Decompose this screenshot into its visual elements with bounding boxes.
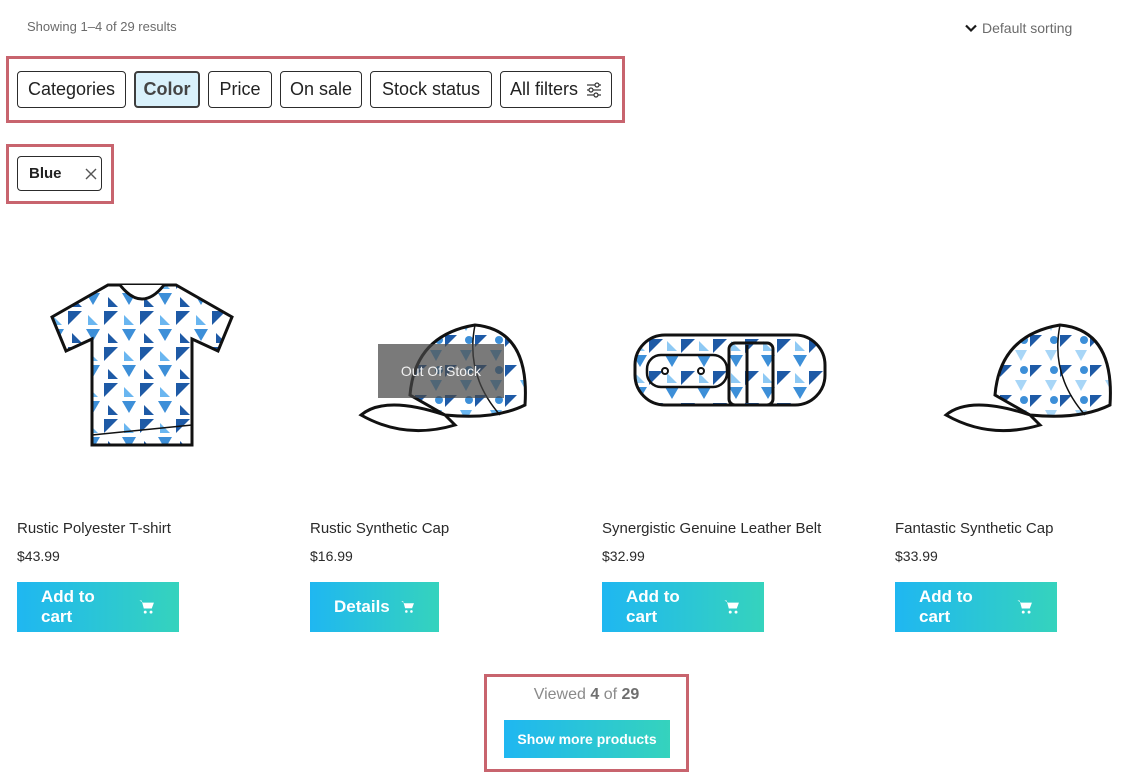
- cart-icon: [1017, 600, 1032, 614]
- product-card: Out Of Stock Rustic Synthetic Cap $16.99…: [310, 270, 560, 632]
- filter-chip-label: Categories: [27, 79, 116, 99]
- sorting-dropdown[interactable]: Default sorting: [964, 20, 1072, 36]
- add-to-cart-button[interactable]: Add to cart: [17, 582, 179, 632]
- filter-chip-label: On sale: [289, 79, 353, 99]
- filter-chip-label: Stock status: [381, 79, 481, 99]
- filter-chip-label: Price: [219, 79, 261, 99]
- filter-chip-label: All filters: [509, 79, 578, 99]
- show-more-button[interactable]: Show more products: [504, 720, 670, 758]
- sorting-label: Default sorting: [982, 20, 1073, 36]
- cart-icon: [401, 601, 414, 613]
- button-label: Details: [334, 597, 390, 616]
- viewed-of: of: [603, 686, 618, 703]
- filter-chip-label: Color: [143, 79, 191, 99]
- cart-icon: [139, 600, 154, 614]
- viewed-number: 4: [590, 686, 600, 703]
- chevron-down-icon: [965, 24, 977, 33]
- active-filter-label: Blue: [29, 165, 62, 182]
- product-image-belt[interactable]: [602, 270, 852, 470]
- product-card: Fantastic Synthetic Cap $33.99 Add to ca…: [895, 270, 1125, 632]
- product-image-cap[interactable]: [895, 270, 1125, 470]
- product-image-tshirt[interactable]: [17, 270, 267, 470]
- add-to-cart-button[interactable]: Add to cart: [602, 582, 764, 632]
- product-card: Rustic Polyester T-shirt $43.99 Add to c…: [17, 270, 267, 632]
- button-label: Add to cart: [626, 587, 680, 626]
- viewed-count: Viewed 4 of 29: [487, 686, 686, 704]
- filter-chip-price[interactable]: Price: [208, 71, 272, 108]
- viewed-total: 29: [621, 686, 640, 703]
- filter-chip-categories[interactable]: Categories: [17, 71, 126, 108]
- filter-chip-all-filters[interactable]: All filters: [500, 71, 612, 108]
- product-title[interactable]: Rustic Polyester T-shirt: [17, 520, 171, 537]
- product-price: $16.99: [310, 548, 353, 564]
- filter-chip-color[interactable]: Color: [134, 71, 200, 108]
- product-title[interactable]: Rustic Synthetic Cap: [310, 520, 449, 537]
- result-count: Showing 1–4 of 29 results: [27, 19, 177, 34]
- product-price: $33.99: [895, 548, 938, 564]
- product-price: $32.99: [602, 548, 645, 564]
- active-filter-tag: Blue: [17, 156, 102, 191]
- button-label: Add to cart: [41, 587, 95, 626]
- cart-icon: [724, 600, 739, 614]
- button-label: Add to cart: [919, 587, 973, 626]
- sliders-icon: [587, 81, 601, 98]
- close-icon[interactable]: [84, 167, 98, 181]
- add-to-cart-button[interactable]: Add to cart: [895, 582, 1057, 632]
- filter-chip-on-sale[interactable]: On sale: [280, 71, 362, 108]
- out-of-stock-badge: Out Of Stock: [378, 344, 504, 398]
- product-title[interactable]: Synergistic Genuine Leather Belt: [602, 520, 821, 537]
- filter-chip-stock-status[interactable]: Stock status: [370, 71, 492, 108]
- product-title[interactable]: Fantastic Synthetic Cap: [895, 520, 1053, 537]
- details-button[interactable]: Details: [310, 582, 439, 632]
- product-price: $43.99: [17, 548, 60, 564]
- viewed-prefix: Viewed: [533, 686, 586, 703]
- product-card: Synergistic Genuine Leather Belt $32.99 …: [602, 270, 852, 632]
- product-image-cap[interactable]: Out Of Stock: [310, 270, 560, 470]
